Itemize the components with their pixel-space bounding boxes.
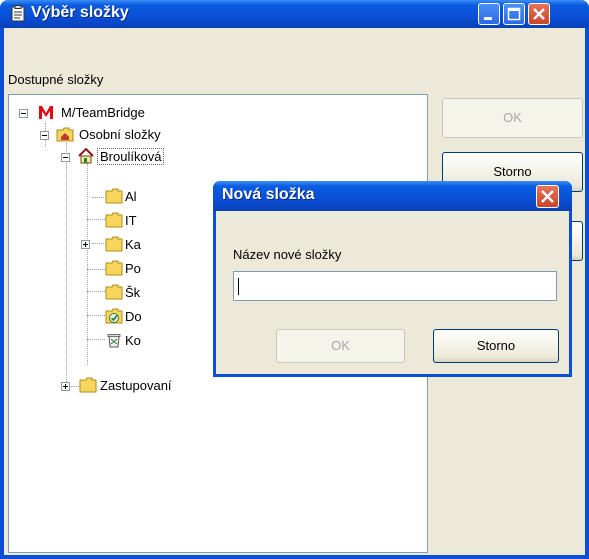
folder-name-label: Název nové složky bbox=[233, 247, 342, 262]
folder-icon bbox=[105, 188, 123, 204]
folder-icon bbox=[79, 377, 97, 393]
dialog-close-button[interactable] bbox=[536, 185, 559, 208]
tree-item-label: Šk bbox=[125, 285, 141, 300]
maximize-icon bbox=[507, 7, 521, 21]
close-icon bbox=[541, 190, 554, 203]
folder-icon bbox=[105, 260, 123, 276]
expand-toggle[interactable] bbox=[61, 382, 70, 391]
window-title: Výběr složky bbox=[31, 4, 129, 21]
tree-item-label: Ko bbox=[125, 333, 141, 348]
window-titlebar[interactable]: Výběr složky bbox=[0, 0, 589, 28]
maximize-button[interactable] bbox=[503, 3, 525, 25]
collapse-toggle[interactable] bbox=[40, 131, 49, 140]
clipboard-icon bbox=[11, 5, 25, 22]
collapse-toggle[interactable] bbox=[61, 153, 70, 162]
task-folder-icon bbox=[105, 308, 123, 324]
dialog-titlebar[interactable]: Nová složka bbox=[213, 181, 572, 211]
folder-icon bbox=[105, 212, 123, 228]
tree-item-label: Ka bbox=[125, 237, 141, 252]
tree-item-label: IT bbox=[125, 213, 137, 228]
collapse-toggle[interactable] bbox=[19, 109, 28, 118]
text-caret bbox=[238, 278, 239, 295]
tree-item-label: M/TeamBridge bbox=[61, 105, 145, 120]
dialog-cancel-button[interactable]: Storno bbox=[433, 329, 559, 363]
ok-button[interactable]: OK bbox=[442, 98, 583, 138]
close-button[interactable] bbox=[528, 3, 550, 25]
recycle-bin-icon bbox=[107, 334, 121, 348]
close-icon bbox=[533, 8, 545, 20]
new-folder-dialog: Nová složka Název nové složky OK Storno bbox=[213, 181, 572, 377]
teambridge-logo-icon bbox=[39, 106, 53, 119]
home-icon bbox=[78, 148, 94, 164]
folder-icon bbox=[105, 284, 123, 300]
tree-item-label: Al bbox=[125, 189, 137, 204]
minimize-icon bbox=[484, 17, 492, 20]
expand-toggle[interactable] bbox=[81, 240, 90, 249]
folders-label: Dostupné složky bbox=[8, 72, 104, 87]
minimize-button[interactable] bbox=[478, 3, 500, 25]
tree-item-label: Zastupovaní bbox=[100, 378, 172, 393]
tree-item-label: Osobní složky bbox=[79, 127, 161, 142]
folder-icon bbox=[105, 236, 123, 252]
dialog-title: Nová složka bbox=[222, 186, 315, 203]
tree-item-label: Broulíková bbox=[97, 148, 165, 165]
folder-name-input[interactable] bbox=[233, 271, 557, 301]
tree-item-label: Po bbox=[125, 261, 141, 276]
tree-item-label: Do bbox=[125, 309, 142, 324]
personal-folder-icon bbox=[56, 127, 74, 142]
dialog-ok-button[interactable]: OK bbox=[276, 329, 405, 363]
